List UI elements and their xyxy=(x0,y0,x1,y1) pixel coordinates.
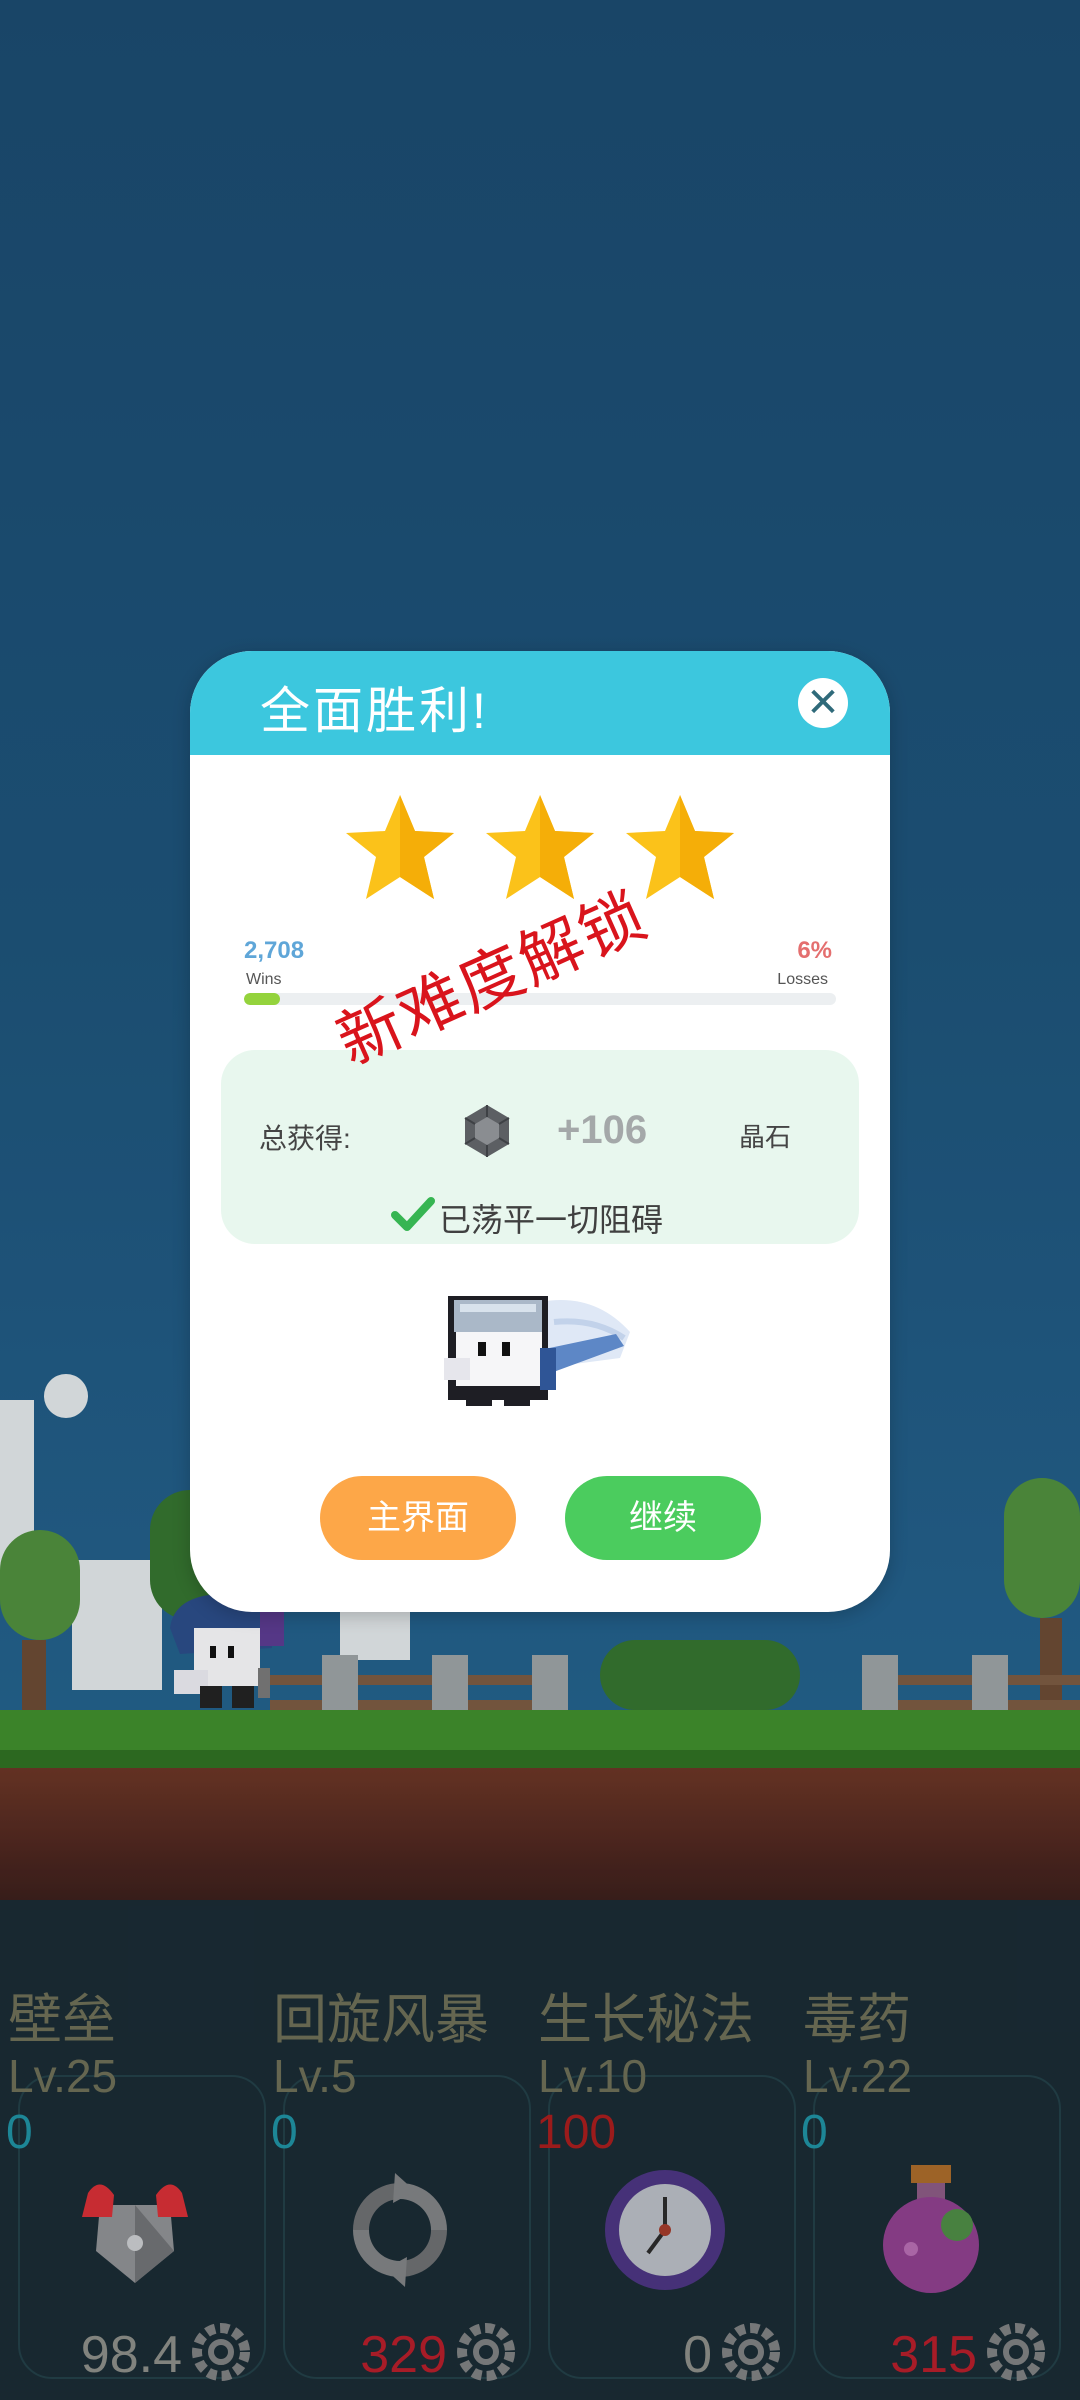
rewards-label: 总获得: xyxy=(259,1123,351,1154)
rewards-panel: 总获得: +106 晶石 已荡平一切阻碍 xyxy=(221,1050,859,1244)
close-button[interactable]: ✕ xyxy=(798,678,848,728)
losses-value: 6% xyxy=(797,937,832,964)
victory-dialog: 全面胜利! ✕ 2,708 Wins 6% Losses 总获得: +106 晶… xyxy=(190,651,890,1612)
crystal-icon xyxy=(464,1105,510,1157)
dialog-title: 全面胜利! xyxy=(260,683,489,739)
star-icon xyxy=(626,795,734,899)
continue-button[interactable]: 继续 xyxy=(565,1476,761,1560)
main-menu-button[interactable]: 主界面 xyxy=(320,1476,516,1560)
wins-label: Wins xyxy=(246,971,282,988)
wins-value: 2,708 xyxy=(244,937,305,964)
win-rate-bar-fill xyxy=(244,993,280,1005)
losses-label: Losses xyxy=(777,971,828,988)
rewards-unit: 晶石 xyxy=(739,1122,792,1152)
star-icon xyxy=(346,795,454,899)
rewards-status: 已荡平一切阻碍 xyxy=(439,1202,664,1238)
check-icon xyxy=(391,1197,435,1231)
dialog-header: 全面胜利! ✕ xyxy=(190,651,890,755)
rewards-amount: +106 xyxy=(557,1108,648,1152)
knight-character-icon xyxy=(444,1296,630,1406)
